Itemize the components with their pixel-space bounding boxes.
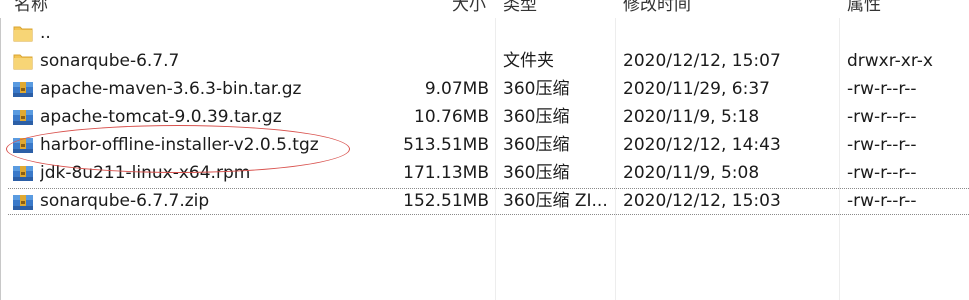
folder-icon [12,24,34,43]
file-attributes: -rw-r--r-- [847,163,917,183]
column-header-size[interactable]: 大小 [452,0,486,18]
file-attributes: -rw-r--r-- [847,191,917,211]
file-size [388,20,489,47]
archive-icon [12,80,34,99]
folder-icon [12,52,34,71]
file-modified: 2020/11/9, 5:08 [623,163,760,183]
column-header-attributes[interactable]: 属性 [847,0,881,18]
file-size: 152.51MB [403,191,489,211]
file-type: 360压缩 ZI... [503,191,608,211]
file-row[interactable]: apache-maven-3.6.3-bin.tar.gz 9.07MB 360压缩… [8,76,969,103]
file-size: 513.51MB [403,135,489,155]
file-attributes: -rw-r--r-- [847,135,917,155]
file-attributes: -rw-r--r-- [847,79,917,99]
file-attributes: drwxr-xr-x [847,51,933,71]
column-header-modified[interactable]: 修改时间 [623,0,691,18]
file-size: 9.07MB [424,79,489,99]
column-header-name[interactable]: 名称 [14,0,48,18]
archive-icon [12,108,34,127]
file-list-pane: 名称 大小 类型 修改时间 属性 .. sonarqube-6.7.7 文件夹 202… [0,0,969,300]
archive-icon [12,136,34,155]
file-type: 360压缩 [503,135,570,155]
file-modified: 2020/12/12, 15:07 [623,51,781,71]
file-modified: 2020/11/29, 6:37 [623,79,770,99]
file-type [503,20,615,47]
file-attributes: -rw-r--r-- [847,107,917,127]
file-row[interactable]: apache-tomcat-9.0.39.tar.gz 10.76MB 360压缩 2… [8,104,969,131]
column-header-row: 名称 大小 类型 修改时间 属性 [0,0,969,18]
file-row[interactable]: sonarqube-6.7.7.zip 152.51MB 360压缩 ZI... 20… [8,188,969,215]
file-modified: 2020/12/12, 14:43 [623,135,781,155]
file-row[interactable]: jdk-8u211-linux-x64.rpm 171.13MB 360压缩 2020… [8,160,969,187]
column-header-type[interactable]: 类型 [503,0,537,18]
file-row[interactable]: harbor-offline-installer-v2.0.5.tgz 513.5… [8,132,969,159]
file-modified: 2020/11/9, 5:18 [623,107,760,127]
pane-left-border [0,0,1,300]
file-row[interactable]: .. [8,20,969,47]
file-type: 360压缩 [503,163,570,183]
file-size: 171.13MB [403,163,489,183]
file-type: 360压缩 [503,79,570,99]
file-modified: 2020/12/12, 15:03 [623,191,781,211]
archive-icon [12,164,34,183]
file-type: 360压缩 [503,107,570,127]
file-row[interactable]: sonarqube-6.7.7 文件夹 2020/12/12, 15:07 drwxr… [8,48,969,75]
file-size: 10.76MB [414,107,489,127]
file-attributes [847,20,969,47]
archive-icon [12,193,34,212]
file-modified [623,20,838,47]
file-type: 文件夹 [503,51,554,71]
file-size [388,48,489,75]
